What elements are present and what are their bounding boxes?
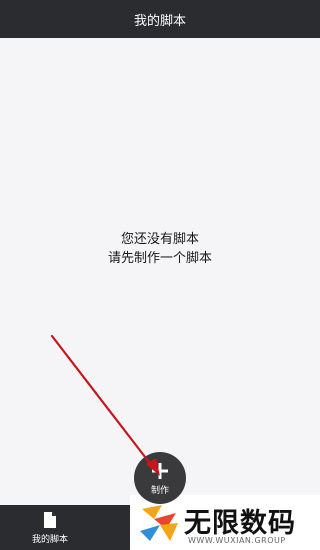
tab-my-scripts[interactable]: 我的脚本: [0, 505, 100, 550]
plus-icon: [152, 462, 168, 479]
tab-my-scripts-label: 我的脚本: [31, 534, 68, 545]
empty-state-line-1: 您还没有脚本: [120, 232, 199, 247]
create-button[interactable]: 制作: [134, 452, 186, 504]
script-list-area: 您还没有脚本 请先制作一个脚本: [0, 38, 320, 505]
watermark-brand: 无限数码: [184, 508, 296, 539]
watermark-site: WWW.WUXIAN.GROUP: [188, 536, 286, 545]
empty-state-line-2: 请先制作一个脚本: [107, 251, 212, 266]
top-bar: 我的脚本: [0, 0, 320, 38]
page-title: 我的脚本: [133, 13, 186, 29]
empty-state-message: 您还没有脚本 请先制作一个脚本: [0, 230, 320, 268]
create-button-label: 制作: [150, 485, 169, 496]
wuxian-logo-icon: [140, 505, 178, 541]
document-icon: [44, 511, 56, 528]
